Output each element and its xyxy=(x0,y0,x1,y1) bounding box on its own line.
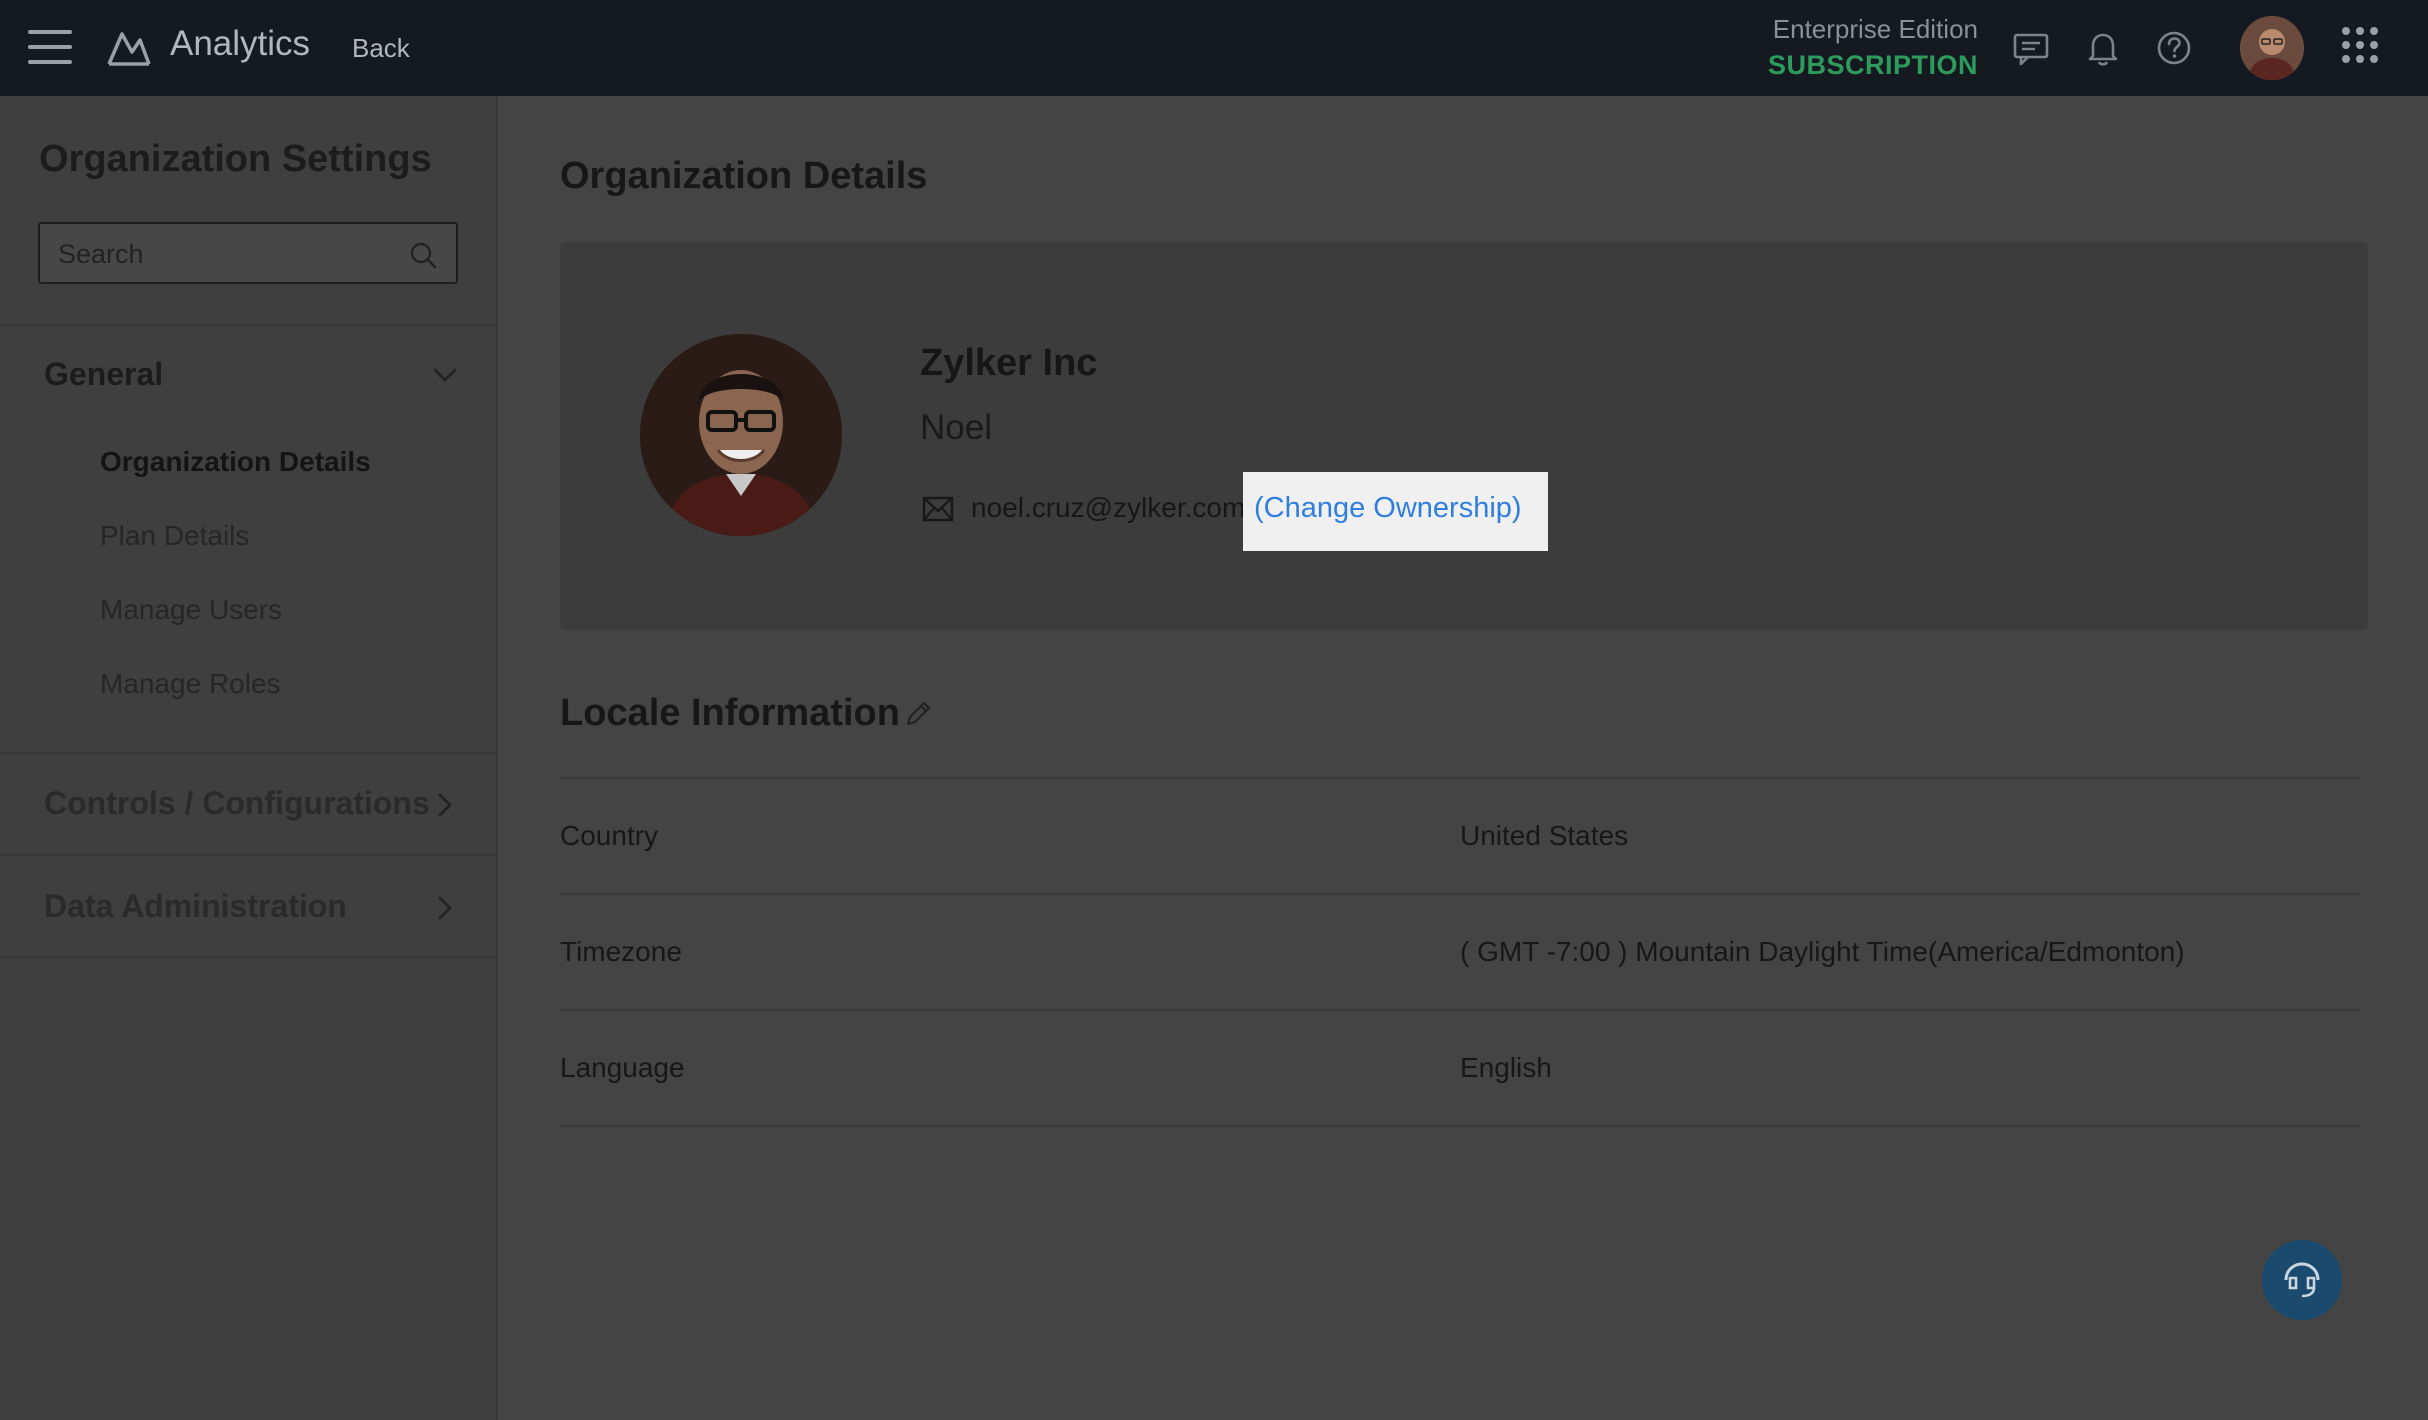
sidebar-item-plan-details[interactable]: Plan Details xyxy=(100,520,249,552)
chat-icon[interactable] xyxy=(2011,28,2051,68)
app-title: Analytics xyxy=(170,24,311,63)
locale-value-timezone: ( GMT -7:00 ) Mountain Daylight Time(Ame… xyxy=(1460,936,2185,967)
locale-label-country: Country xyxy=(560,820,659,851)
search-icon[interactable] xyxy=(408,240,438,270)
page-title: Organization Details xyxy=(560,155,928,197)
search-box xyxy=(38,222,458,284)
sidebar-divider xyxy=(0,752,496,754)
locale-label-timezone: Timezone xyxy=(560,936,682,967)
top-bar: Analytics Back Enterprise Edition SUBSCR… xyxy=(0,0,2428,96)
row-divider xyxy=(560,1009,2360,1011)
locale-label-language: Language xyxy=(560,1052,685,1083)
support-chat-button[interactable] xyxy=(2262,1240,2342,1320)
organization-name: Zylker Inc xyxy=(920,342,1098,384)
locale-value-language: English xyxy=(1460,1052,1552,1083)
change-ownership-link[interactable]: (Change Ownership) xyxy=(1254,492,1522,525)
sidebar-divider xyxy=(0,956,496,958)
apps-grid-icon[interactable] xyxy=(2342,27,2378,63)
user-avatar[interactable] xyxy=(2240,16,2304,80)
help-icon[interactable] xyxy=(2154,28,2194,68)
pencil-icon[interactable] xyxy=(902,698,934,730)
owner-email: noel.cruz@zylker.com xyxy=(971,492,1246,523)
locale-title: Locale Information xyxy=(560,692,900,734)
sidebar-item-organization-details[interactable]: Organization Details xyxy=(100,446,371,478)
mail-icon xyxy=(922,496,954,522)
sidebar-divider xyxy=(0,854,496,856)
owner-name: Noel xyxy=(920,408,992,447)
bell-icon[interactable] xyxy=(2083,28,2123,68)
search-input[interactable] xyxy=(58,236,398,272)
chevron-right-icon[interactable] xyxy=(432,792,458,818)
back-link[interactable]: Back xyxy=(352,33,410,64)
sidebar-item-manage-users[interactable]: Manage Users xyxy=(100,594,282,626)
subscription-link[interactable]: SUBSCRIPTION xyxy=(1768,50,1978,81)
chevron-right-icon[interactable] xyxy=(432,895,458,921)
chevron-down-icon[interactable] xyxy=(432,362,458,388)
section-general[interactable]: General xyxy=(44,356,163,393)
row-divider xyxy=(560,777,2360,779)
sidebar: Organization Settings General Organizati… xyxy=(0,96,498,1420)
sidebar-divider xyxy=(0,324,496,326)
sidebar-item-manage-roles[interactable]: Manage Roles xyxy=(100,668,281,700)
row-divider xyxy=(560,893,2360,895)
change-ownership-highlight: (Change Ownership) xyxy=(1243,472,1548,551)
section-data-administration[interactable]: Data Administration xyxy=(44,888,347,925)
edition-label: Enterprise Edition xyxy=(1772,14,1978,44)
locale-value-country: United States xyxy=(1460,820,1629,851)
support-chat-icon xyxy=(2284,1262,2320,1298)
analytics-logo-icon xyxy=(107,32,151,66)
row-divider xyxy=(560,1125,2360,1127)
sidebar-title: Organization Settings xyxy=(39,138,432,180)
section-controls-configurations[interactable]: Controls / Configurations xyxy=(44,785,430,822)
organization-avatar xyxy=(640,334,842,536)
menu-icon[interactable] xyxy=(28,30,72,64)
